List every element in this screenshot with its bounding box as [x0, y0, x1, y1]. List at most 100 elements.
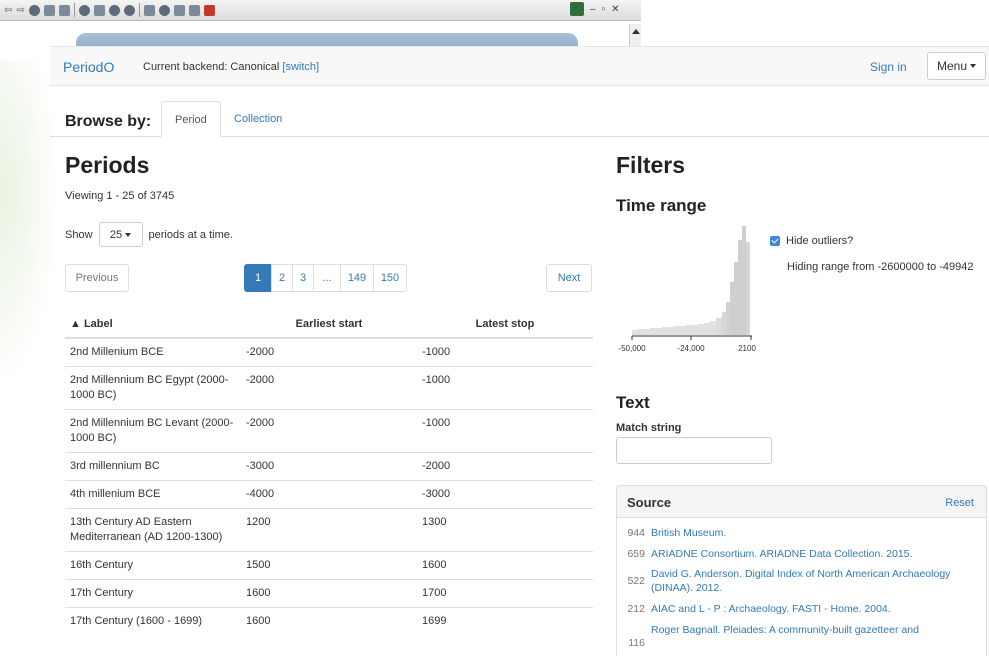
- chevron-down-icon: [970, 64, 977, 68]
- table-row[interactable]: 17th Century 1600 1700: [65, 579, 593, 608]
- histogram-bar: [730, 282, 734, 335]
- page-link-1[interactable]: 1: [244, 264, 272, 292]
- period-label: 2nd Millennium BC Egypt (2000-1000 BC): [65, 366, 241, 410]
- mail-icon[interactable]: [143, 4, 155, 16]
- histogram-bar: [644, 329, 650, 335]
- sign-in-link[interactable]: Sign in: [870, 60, 907, 74]
- restore-icon[interactable]: ▫: [602, 4, 606, 15]
- scroll-up-icon[interactable]: [631, 29, 640, 34]
- page-link-3[interactable]: 3: [292, 264, 314, 292]
- histogram-bar: [738, 240, 742, 335]
- source-title-link[interactable]: Roger Bagnall. Pleiades: A community-bui…: [651, 619, 919, 637]
- column-header-earliest-start[interactable]: Earliest start: [241, 310, 417, 339]
- previous-button[interactable]: Previous: [65, 264, 129, 292]
- back-arrow-icon[interactable]: ⇦: [4, 5, 12, 16]
- brand-link[interactable]: PeriodO: [63, 59, 114, 75]
- table-row[interactable]: 17th Century (1600 - 1699) 1600 1699: [65, 607, 593, 635]
- backend-text: Current backend: Canonical: [143, 61, 280, 73]
- period-start: 1600: [241, 607, 417, 635]
- favorites-icon[interactable]: [93, 4, 105, 16]
- close-icon[interactable]: ✕: [611, 4, 619, 15]
- search-icon[interactable]: [78, 4, 90, 16]
- period-stop: 1600: [417, 551, 593, 580]
- period-start: 1600: [241, 579, 417, 608]
- toolbar-divider: [138, 3, 140, 17]
- source-heading: Source: [627, 495, 672, 510]
- source-title-link[interactable]: ARIADNE Consortium. ARIADNE Data Collect…: [651, 547, 912, 561]
- match-string-input[interactable]: [616, 437, 772, 464]
- page-link-150[interactable]: 150: [373, 264, 407, 292]
- period-stop: -1000: [417, 409, 593, 453]
- time-range-histogram[interactable]: -50,000 -24,000 2100: [616, 222, 756, 362]
- source-title-link[interactable]: AIAC and L - P : Archaeology. FASTI - Ho…: [651, 602, 891, 616]
- hide-outliers-checkbox[interactable]: [770, 236, 780, 246]
- histogram-bar: [656, 328, 662, 335]
- list-item[interactable]: 944 British Museum.: [622, 522, 978, 543]
- table-row[interactable]: 2nd Millenium BCE -2000 -1000: [65, 337, 593, 367]
- next-button[interactable]: Next: [546, 264, 592, 292]
- list-item[interactable]: 116 Roger Bagnall. Pleiades: A community…: [622, 619, 978, 649]
- refresh-icon[interactable]: [43, 4, 55, 16]
- legacy-window-controls: – ▫ ✕: [570, 2, 620, 16]
- menu-button-label: Menu: [936, 59, 968, 73]
- page-link-2[interactable]: 2: [271, 264, 293, 292]
- minimize-icon[interactable]: –: [590, 4, 596, 15]
- source-title-link[interactable]: David G. Anderson. Digital Index of Nort…: [651, 567, 978, 595]
- histogram-bar: [650, 328, 656, 335]
- page-size-value: 25: [109, 228, 123, 241]
- table-row[interactable]: 16th Century 1500 1600: [65, 551, 593, 580]
- table-row[interactable]: 4th millenium BCE -4000 -3000: [65, 480, 593, 509]
- histogram-bar: [742, 226, 746, 335]
- discuss-icon[interactable]: [188, 4, 200, 16]
- show-prefix: Show: [65, 228, 93, 241]
- column-header-label[interactable]: ▲ Label: [65, 310, 241, 339]
- messenger-icon[interactable]: [203, 4, 215, 16]
- source-count: 659: [627, 547, 645, 560]
- legacy-browser-toolbar: ⇦ ⇨: [0, 0, 641, 21]
- home-icon[interactable]: [58, 4, 70, 16]
- chevron-down-icon: [125, 232, 132, 237]
- source-reset-link[interactable]: Reset: [945, 497, 974, 509]
- histogram-bar: [680, 326, 686, 335]
- table-row[interactable]: 13th Century AD Eastern Mediterranean (A…: [65, 508, 593, 552]
- histogram-bar: [632, 330, 638, 335]
- period-label: 17th Century (1600 - 1699): [65, 607, 241, 635]
- period-stop: -2000: [417, 452, 593, 481]
- pagination: 1 2 3 ... 149 150: [244, 264, 407, 292]
- column-header-latest-stop[interactable]: Latest stop: [417, 310, 593, 339]
- tab-collection[interactable]: Collection: [221, 101, 295, 137]
- page-link-149[interactable]: 149: [340, 264, 374, 292]
- page-size-select[interactable]: 25: [98, 222, 143, 247]
- axis-tick-label: -50,000: [618, 344, 646, 353]
- legacy-scrollbar[interactable]: [629, 24, 641, 46]
- period-label: 2nd Millenium BCE: [65, 337, 241, 367]
- tab-period[interactable]: Period: [161, 101, 221, 137]
- time-range-heading: Time range: [616, 196, 707, 215]
- table-row[interactable]: 2nd Millennium BC Egypt (2000-1000 BC) -…: [65, 366, 593, 410]
- histogram-bar: [692, 325, 698, 335]
- list-item[interactable]: 659 ARIADNE Consortium. ARIADNE Data Col…: [622, 543, 978, 564]
- period-stop: -1000: [417, 366, 593, 410]
- stop-icon[interactable]: [28, 4, 40, 16]
- table-row[interactable]: 3rd millennium BC -3000 -2000: [65, 452, 593, 481]
- periods-table: ▲ Label Earliest start Latest stop 2nd M…: [65, 310, 593, 635]
- table-row[interactable]: 2nd Millennium BC Levant (2000-1000 BC) …: [65, 409, 593, 453]
- list-item[interactable]: 212 AIAC and L - P : Archaeology. FASTI …: [622, 598, 978, 619]
- hiding-range-text: Hiding range from -2600000 to -49942: [787, 261, 974, 273]
- histogram-bar: [698, 324, 704, 335]
- edit-icon[interactable]: [173, 4, 185, 16]
- page-ellipsis[interactable]: ...: [313, 264, 341, 292]
- media-icon[interactable]: [108, 4, 120, 16]
- print-icon[interactable]: [158, 4, 170, 16]
- histogram-bar: [704, 323, 710, 335]
- period-start: -2000: [241, 337, 417, 367]
- browse-label: Browse by:: [65, 113, 152, 130]
- forward-arrow-icon[interactable]: ⇨: [16, 5, 24, 16]
- source-panel-header: Source Reset: [617, 486, 986, 518]
- list-item[interactable]: 522 David G. Anderson. Digital Index of …: [622, 564, 978, 598]
- switch-backend-link[interactable]: [switch]: [282, 61, 319, 73]
- menu-button[interactable]: Menu: [927, 52, 986, 80]
- source-count: 212: [627, 602, 645, 615]
- history-icon[interactable]: [123, 4, 135, 16]
- source-title-link[interactable]: British Museum.: [651, 526, 726, 540]
